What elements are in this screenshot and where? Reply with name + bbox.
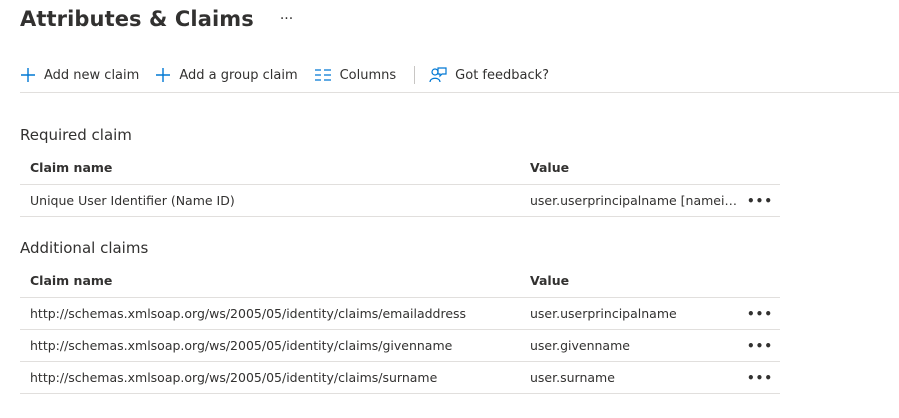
row-more-icon[interactable]: ••• (740, 194, 780, 208)
page-title: Attributes & Claims (20, 7, 254, 31)
claim-value-cell: user.surname (530, 370, 615, 385)
feedback-label: Got feedback? (455, 67, 550, 83)
row-more-icon[interactable]: ••• (740, 307, 780, 321)
claim-value-cell: user.userprincipalname (530, 306, 677, 321)
more-options-icon[interactable]: ··· (280, 12, 293, 26)
table-row[interactable]: http://schemas.xmlsoap.org/ws/2005/05/id… (20, 362, 780, 394)
table-row[interactable]: http://schemas.xmlsoap.org/ws/2005/05/id… (20, 298, 780, 330)
add-new-claim-label: Add new claim (44, 67, 140, 83)
plus-icon (156, 68, 171, 82)
claim-value-cell: user.userprincipalname [nameid-format:em… (530, 193, 740, 208)
grid-header: Claim name Value (20, 263, 780, 298)
title-row: Attributes & Claims ··· (20, 2, 293, 36)
column-header-value[interactable]: Value (520, 160, 740, 175)
feedback-button[interactable]: Got feedback? (429, 66, 549, 84)
columns-button[interactable]: Columns (314, 67, 397, 83)
additional-claims-heading: Additional claims (20, 239, 149, 257)
add-new-claim-button[interactable]: Add new claim (20, 67, 139, 83)
columns-icon (314, 69, 331, 81)
table-row[interactable]: http://schemas.xmlsoap.org/ws/2005/05/id… (20, 330, 780, 362)
claim-name-cell: http://schemas.xmlsoap.org/ws/2005/05/id… (30, 338, 453, 353)
command-bar: Add new claim Add a group claim Columns … (20, 58, 899, 93)
claim-value-cell: user.givenname (530, 338, 630, 353)
toolbar-divider (414, 66, 416, 84)
columns-label: Columns (339, 67, 397, 83)
grid-header: Claim name Value (20, 150, 780, 185)
feedback-icon (429, 67, 447, 83)
claim-name-cell: Unique User Identifier (Name ID) (30, 193, 235, 208)
row-more-icon[interactable]: ••• (740, 339, 780, 353)
required-claim-heading: Required claim (20, 126, 132, 144)
column-header-claim-name[interactable]: Claim name (20, 273, 520, 288)
add-group-claim-label: Add a group claim (179, 67, 298, 83)
table-row[interactable]: Unique User Identifier (Name ID) user.us… (20, 185, 780, 217)
column-header-value[interactable]: Value (520, 273, 740, 288)
add-group-claim-button[interactable]: Add a group claim (155, 67, 298, 83)
additional-claims-grid: Claim name Value http://schemas.xmlsoap.… (20, 263, 780, 394)
column-header-claim-name[interactable]: Claim name (20, 160, 520, 175)
claim-name-cell: http://schemas.xmlsoap.org/ws/2005/05/id… (30, 306, 467, 321)
required-claims-grid: Claim name Value Unique User Identifier … (20, 150, 780, 217)
claim-name-cell: http://schemas.xmlsoap.org/ws/2005/05/id… (30, 370, 438, 385)
plus-icon (21, 68, 35, 82)
row-more-icon[interactable]: ••• (740, 371, 780, 385)
